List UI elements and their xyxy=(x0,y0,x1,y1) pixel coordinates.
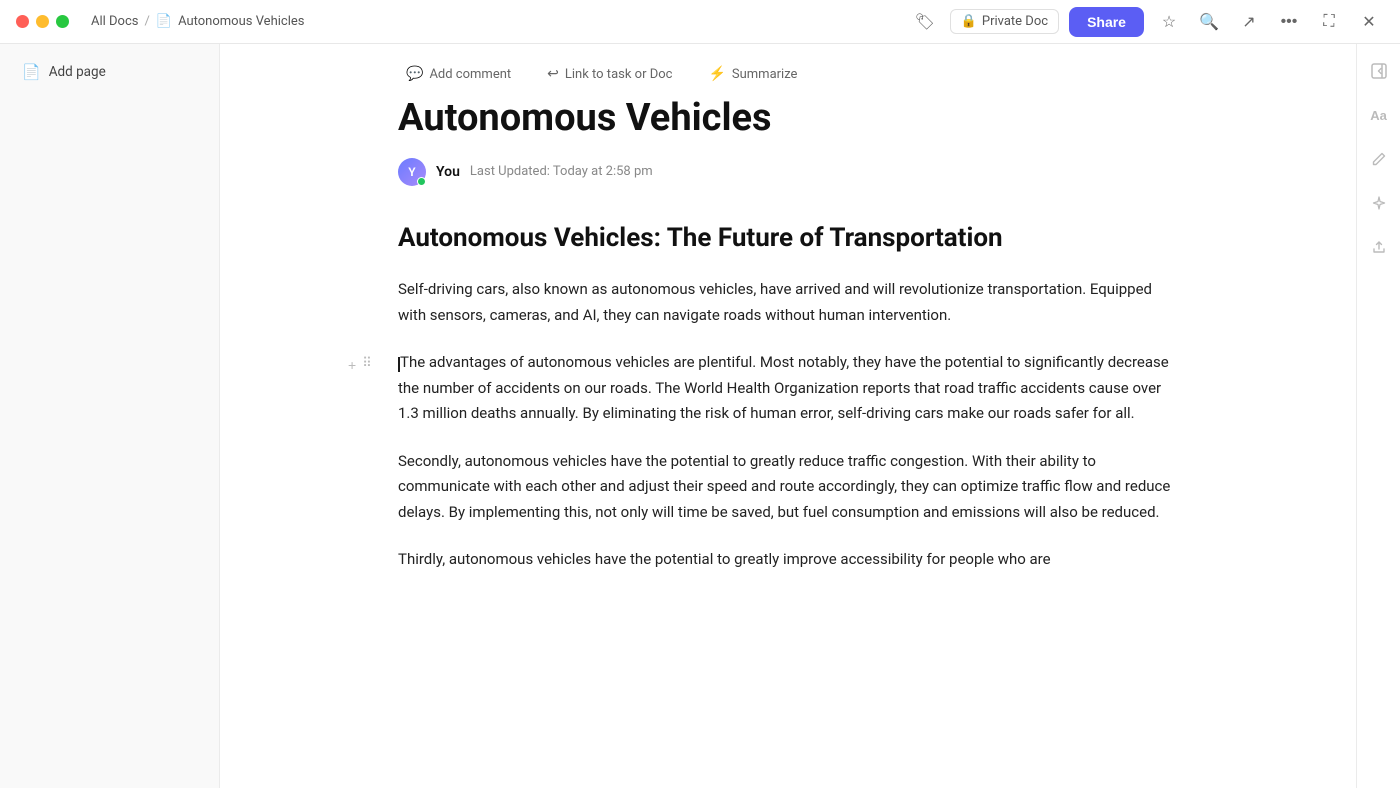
breadcrumb-doc-icon: 📄 xyxy=(156,14,172,29)
upload-button[interactable] xyxy=(1364,232,1394,262)
add-page-icon: 📄 xyxy=(22,63,41,81)
add-comment-action[interactable]: 💬 Add comment xyxy=(398,62,519,86)
breadcrumb: All Docs / 📄 Autonomous Vehicles xyxy=(91,14,304,29)
add-block-button[interactable]: + xyxy=(344,356,360,374)
drag-handle[interactable]: ⠿ xyxy=(362,356,372,371)
paragraph-0[interactable]: Self-driving cars, also known as autonom… xyxy=(398,277,1178,328)
doc-author: You xyxy=(436,164,460,180)
collapse-panel-button[interactable] xyxy=(1364,56,1394,86)
doc-meta: Y You Last Updated: Today at 2:58 pm xyxy=(398,158,1178,186)
titlebar-right: 🏷 🔒 Private Doc Share ☆ 🔍 ↗ ••• ⛶ ✕ xyxy=(910,7,1384,37)
private-doc-label: Private Doc xyxy=(982,14,1048,29)
lock-icon: 🔒 xyxy=(961,14,977,29)
share-button[interactable]: Share xyxy=(1069,7,1144,37)
block-handles-1: + ⠿ xyxy=(344,356,372,374)
section-heading: Autonomous Vehicles: The Future of Trans… xyxy=(398,222,1178,256)
avatar-status xyxy=(417,177,426,186)
main-layout: 📄 Add page 💬 Add comment ↩ Link to task … xyxy=(0,44,1400,788)
link-task-label: Link to task or Doc xyxy=(565,67,673,82)
breadcrumb-doc-title: Autonomous Vehicles xyxy=(178,14,304,29)
add-page-label: Add page xyxy=(49,64,106,80)
traffic-light-green[interactable] xyxy=(56,15,69,28)
paragraph-block-2: Secondly, autonomous vehicles have the p… xyxy=(398,449,1178,548)
sidebar: 📄 Add page xyxy=(0,44,220,788)
edit-icon-button[interactable] xyxy=(1364,144,1394,174)
traffic-light-red[interactable] xyxy=(16,15,29,28)
expand-button[interactable]: ⛶ xyxy=(1314,7,1344,37)
paragraph-3[interactable]: Thirdly, autonomous vehicles have the po… xyxy=(398,547,1051,573)
link-icon: ↩ xyxy=(547,66,559,82)
paragraph-1[interactable]: The advantages of autonomous vehicles ar… xyxy=(398,350,1178,427)
tag-icon-button[interactable]: 🏷 xyxy=(910,7,940,37)
doc-last-updated: Last Updated: Today at 2:58 pm xyxy=(470,164,653,179)
link-task-action[interactable]: ↩ Link to task or Doc xyxy=(539,62,680,86)
comment-icon: 💬 xyxy=(406,66,423,82)
traffic-lights xyxy=(16,15,69,28)
avatar: Y xyxy=(398,158,426,186)
paragraph-block-0: Self-driving cars, also known as autonom… xyxy=(398,277,1178,350)
titlebar: All Docs / 📄 Autonomous Vehicles 🏷 🔒 Pri… xyxy=(0,0,1400,44)
toolbar-row: 💬 Add comment ↩ Link to task or Doc ⚡ Su… xyxy=(398,44,1178,96)
content-area: 💬 Add comment ↩ Link to task or Doc ⚡ Su… xyxy=(220,44,1356,788)
sparkles-button[interactable] xyxy=(1364,188,1394,218)
summarize-icon: ⚡ xyxy=(708,66,725,82)
paragraph-2[interactable]: Secondly, autonomous vehicles have the p… xyxy=(398,449,1178,526)
private-doc-badge: 🔒 Private Doc xyxy=(950,9,1059,34)
traffic-light-yellow[interactable] xyxy=(36,15,49,28)
more-button[interactable]: ••• xyxy=(1274,7,1304,37)
add-comment-label: Add comment xyxy=(429,67,511,82)
summarize-action[interactable]: ⚡ Summarize xyxy=(700,62,805,86)
breadcrumb-separator: / xyxy=(145,14,150,29)
font-size-button[interactable]: Aa xyxy=(1364,100,1394,130)
star-button[interactable]: ☆ xyxy=(1154,7,1184,37)
paragraph-1-text: The advantages of autonomous vehicles ar… xyxy=(398,353,1169,422)
paragraph-block-3: Thirdly, autonomous vehicles have the po… xyxy=(398,547,1178,595)
doc-container: Autonomous Vehicles Y You Last Updated: … xyxy=(398,96,1178,635)
cursor-before-text xyxy=(398,357,400,372)
export-button[interactable]: ↗ xyxy=(1234,7,1264,37)
summarize-label: Summarize xyxy=(732,67,798,82)
all-docs-link[interactable]: All Docs xyxy=(91,14,139,29)
sidebar-item-add-page[interactable]: 📄 Add page xyxy=(6,56,213,88)
titlebar-left: All Docs / 📄 Autonomous Vehicles xyxy=(16,14,304,29)
right-sidebar: Aa xyxy=(1356,44,1400,788)
search-button[interactable]: 🔍 xyxy=(1194,7,1224,37)
close-button[interactable]: ✕ xyxy=(1354,7,1384,37)
doc-title: Autonomous Vehicles xyxy=(398,96,1178,142)
paragraph-block-1: + ⠿ The advantages of autonomous vehicle… xyxy=(398,350,1178,449)
